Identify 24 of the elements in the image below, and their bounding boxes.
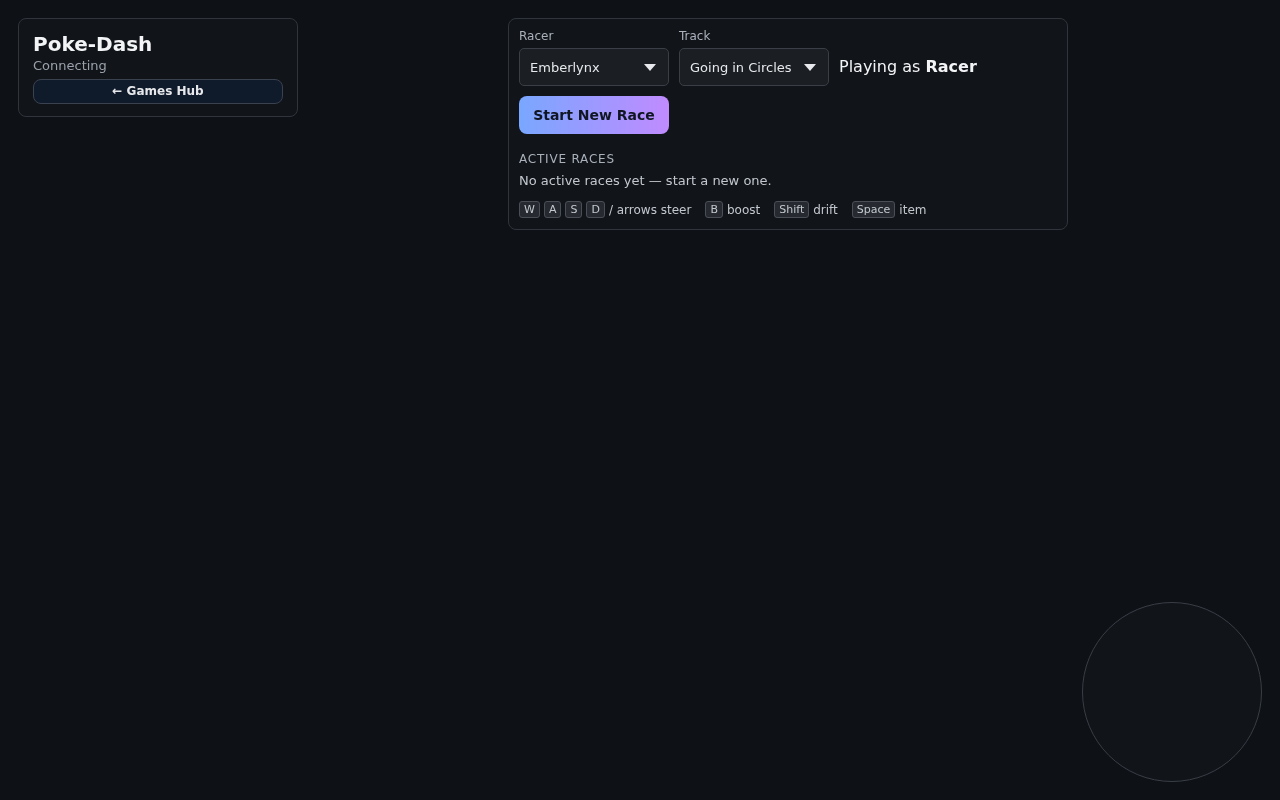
caret-icon	[644, 63, 656, 71]
key-cap: W	[519, 201, 540, 218]
key-cap: S	[565, 201, 583, 218]
section-heading: ACTIVE RACES	[519, 152, 616, 166]
select-field[interactable]: Going in Circles	[679, 48, 829, 86]
key-cap: B	[705, 201, 723, 218]
playing-as-text: Playing as Racer	[839, 57, 977, 77]
app-title: Poke-Dash	[33, 31, 154, 57]
start-race-button[interactable]: Start New Race	[519, 96, 669, 134]
control-hint: drift	[813, 202, 838, 217]
key-cap: Space	[851, 201, 896, 218]
key-cap: Shift	[774, 201, 810, 218]
field-label: Track	[679, 29, 712, 43]
control-hint: item	[899, 202, 927, 217]
empty-message: No active races yet — start a new one.	[519, 173, 773, 189]
games-hub-link[interactable]: ← Games Hub	[33, 79, 283, 104]
connection-status: Connecting	[33, 57, 108, 75]
caret-icon	[804, 63, 816, 71]
key-cap: A	[543, 201, 562, 218]
control-hint: / arrows steer	[608, 202, 692, 217]
field-label: Racer	[519, 29, 555, 43]
control-hint: boost	[726, 202, 761, 217]
select-field[interactable]: Emberlynx	[519, 48, 669, 86]
key-cap: D	[586, 201, 605, 218]
